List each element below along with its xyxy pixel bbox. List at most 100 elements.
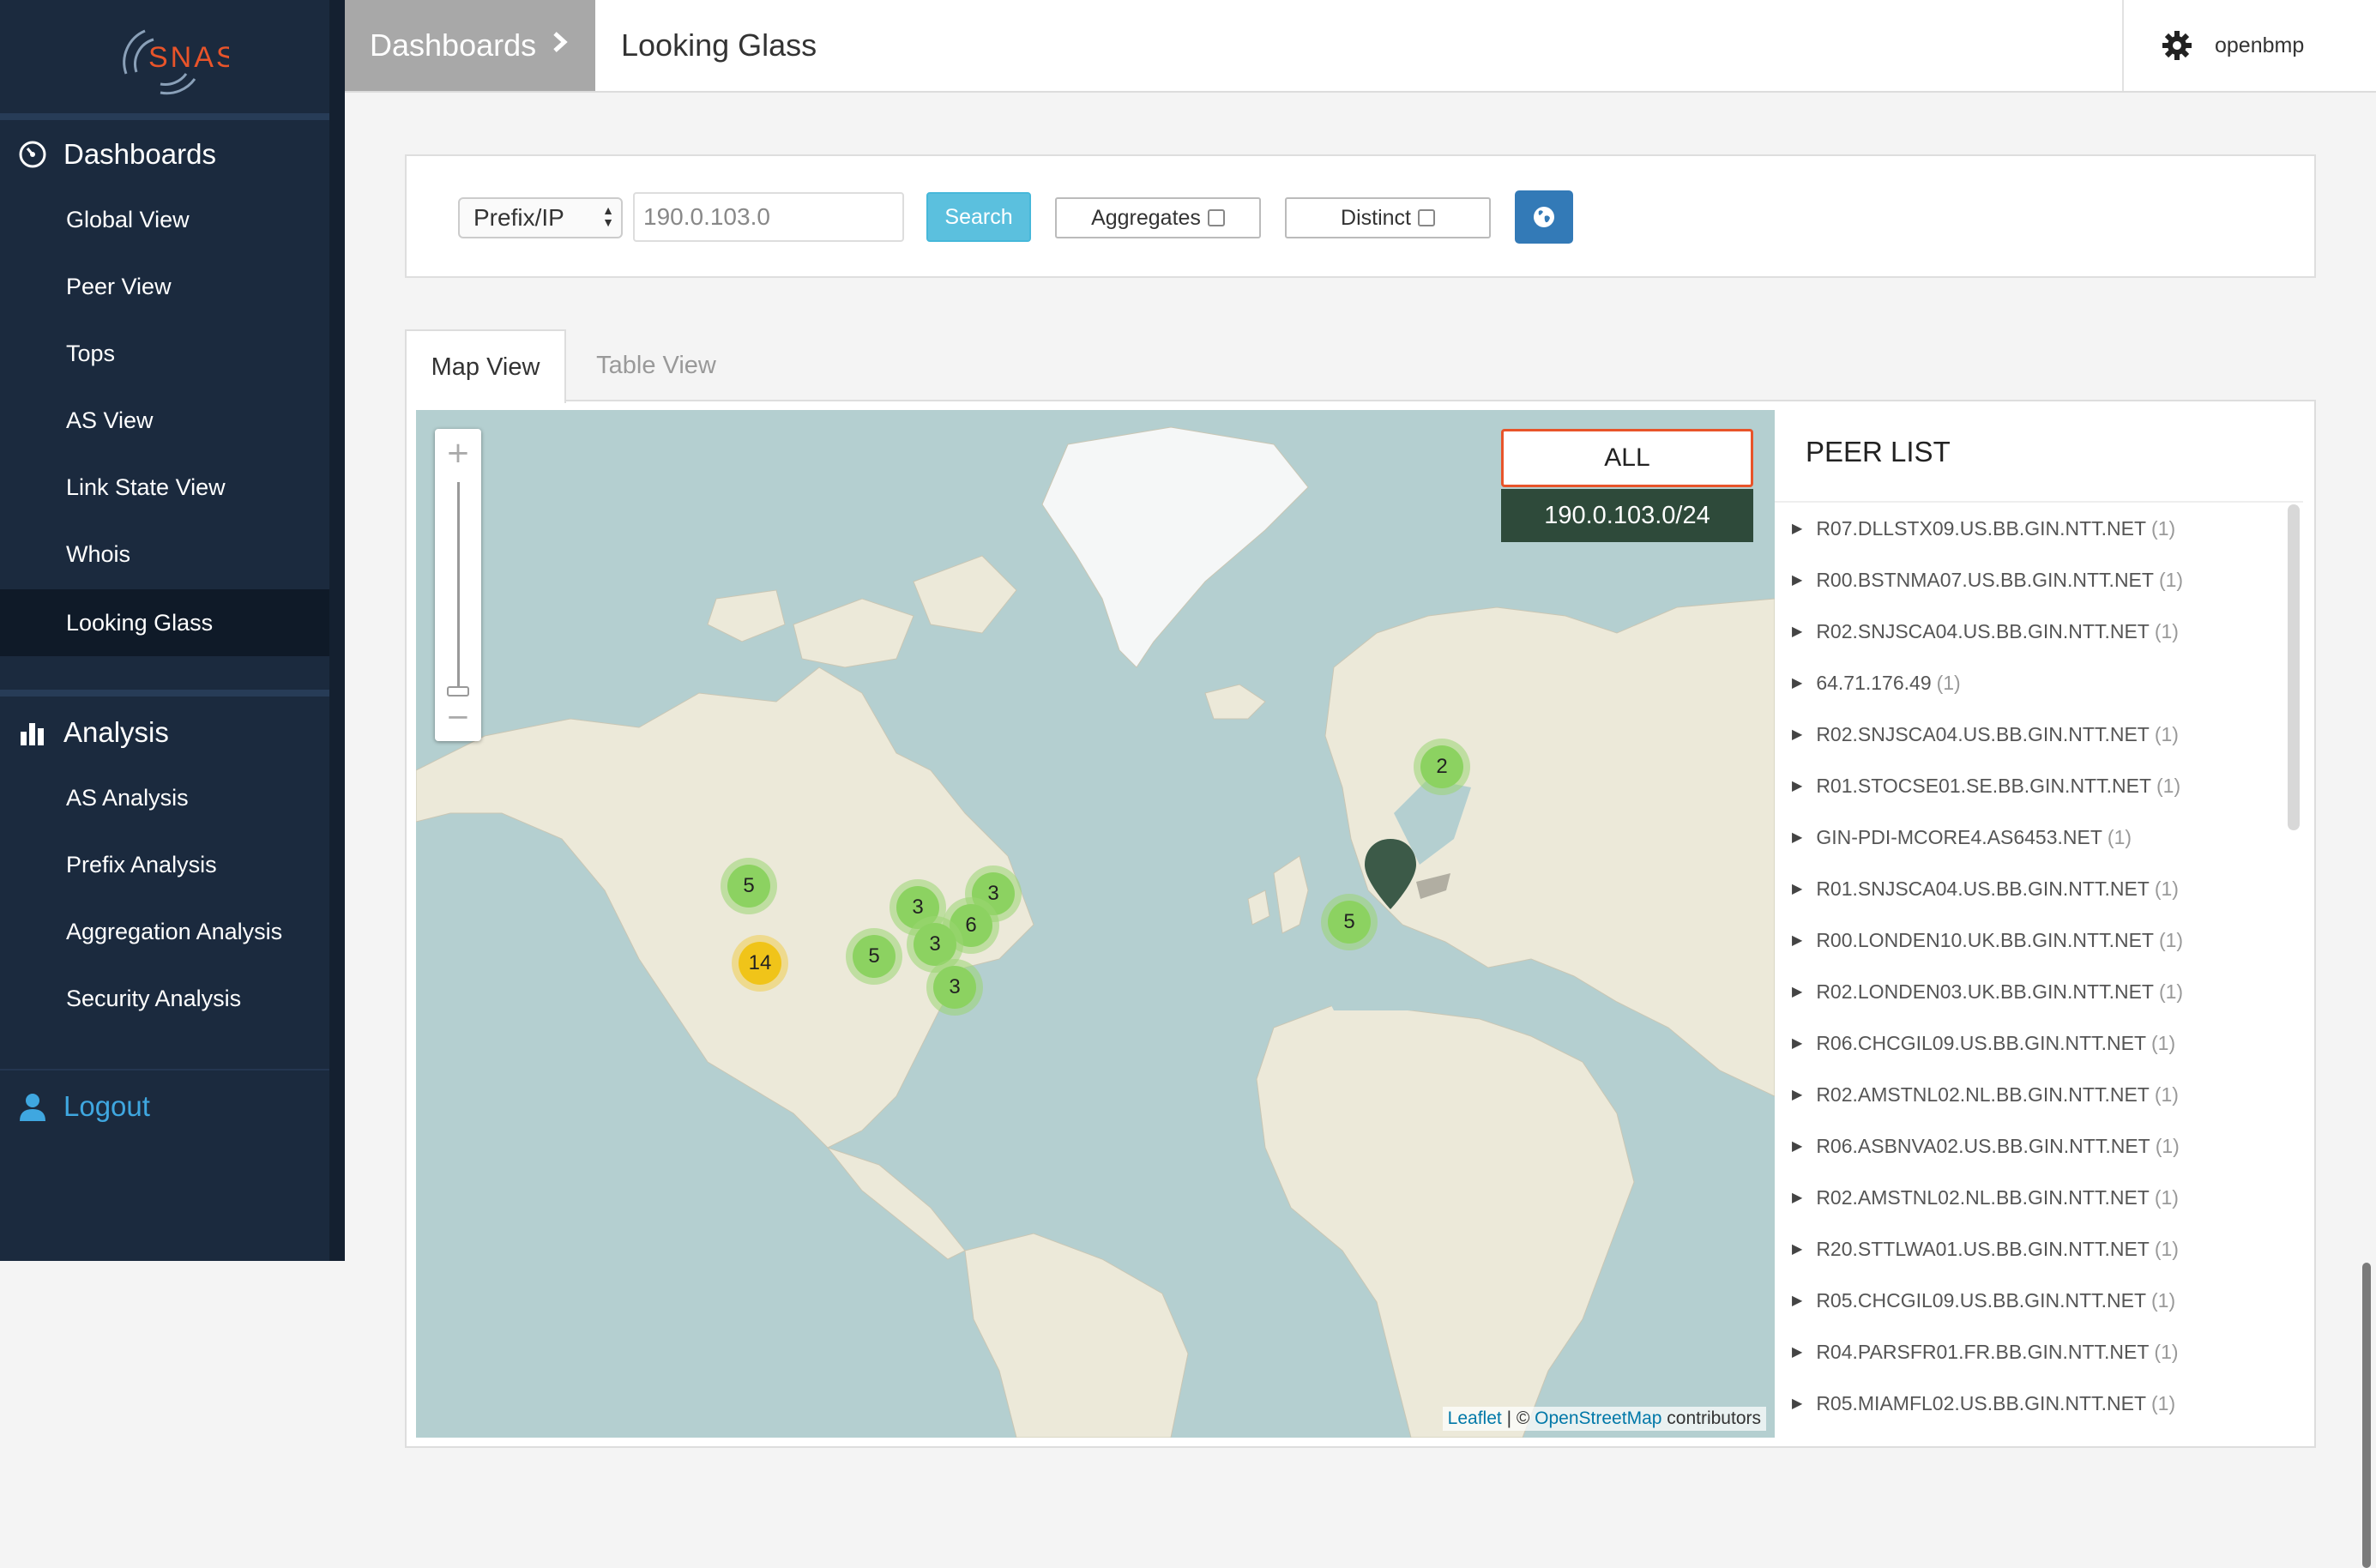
expand-triangle-icon[interactable]: ▶ [1792,932,1802,949]
peer-list-scrollbar[interactable] [2288,504,2300,830]
peer-count: (1) [2154,1185,2179,1209]
gear-icon[interactable] [2162,30,2192,61]
distinct-checkbox[interactable] [1417,209,1435,226]
world-map[interactable]: + − 2 5 14 3 3 6 3 5 3 5 ALL 190.0.103.0… [416,410,1775,1438]
expand-triangle-icon[interactable]: ▶ [1792,983,1802,1000]
peer-name: 64.71.176.49 [1816,671,1932,694]
sidebar: SNAS Dashboards Global View Peer View To… [0,0,345,1261]
peer-list-item[interactable]: ▶ R01.STOCSE01.SE.BB.GIN.NTT.NET (1) [1792,760,2180,811]
map-cluster[interactable]: 5 [846,928,902,985]
snas-logo[interactable]: SNAS [0,0,329,113]
peer-name: R01.SNJSCA04.US.BB.GIN.NTT.NET [1816,877,2150,900]
expand-triangle-icon[interactable]: ▶ [1792,726,1802,743]
aggregates-checkbox-group[interactable]: Aggregates [1055,197,1261,238]
logo-arcs-icon: SNAS [123,29,229,95]
aggregates-checkbox[interactable] [1207,209,1225,226]
peer-list-item[interactable]: ▶ GIN-PDI-MCORE4.AS6453.NET (1) [1792,811,2132,863]
sidebar-section-analysis[interactable]: Analysis [0,698,329,767]
expand-triangle-icon[interactable]: ▶ [1792,520,1802,537]
peer-count: (1) [2158,980,2184,1003]
peer-list-item[interactable]: ▶ R04.PARSFR01.FR.BB.GIN.NTT.NET (1) [1792,1326,2179,1378]
sidebar-item-security-analysis[interactable]: Security Analysis [0,965,329,1032]
sidebar-item-looking-glass[interactable]: Looking Glass [0,589,329,656]
leaflet-link[interactable]: Leaflet [1448,1408,1502,1428]
peer-list-item[interactable]: ▶ R20.STTLWA01.US.BB.GIN.NTT.NET (1) [1792,1223,2179,1275]
expand-triangle-icon[interactable]: ▶ [1792,1292,1802,1309]
expand-triangle-icon[interactable]: ▶ [1792,1240,1802,1257]
logout-link[interactable]: Logout [0,1072,329,1141]
expand-triangle-icon[interactable]: ▶ [1792,571,1802,588]
peer-list-item[interactable]: ▶ R00.BSTNMA07.US.BB.GIN.NTT.NET (1) [1792,554,2183,606]
peer-name: R06.ASBNVA02.US.BB.GIN.NTT.NET [1816,1134,2150,1157]
peer-list-item[interactable]: ▶ R00.LONDEN10.UK.BB.GIN.NTT.NET (1) [1792,914,2183,966]
prefix-ip-input[interactable] [633,192,904,242]
peer-list-title: PEER LIST [1806,436,1951,467]
expand-triangle-icon[interactable]: ▶ [1792,1189,1802,1206]
peer-list-item[interactable]: ▶ R07.DLLSTX09.US.BB.GIN.NTT.NET (1) [1792,503,2175,554]
peer-list-item[interactable]: ▶ R02.AMSTNL02.NL.BB.GIN.NTT.NET (1) [1792,1069,2179,1120]
peer-count: (1) [2158,928,2184,951]
sidebar-item-as-analysis[interactable]: AS Analysis [0,764,329,831]
globe-button[interactable] [1515,190,1573,244]
aggregates-label: Aggregates [1091,205,1201,230]
peer-list-item[interactable]: ▶ R02.AMSTNL02.NL.BB.GIN.NTT.NET (1) [1792,1172,2179,1223]
bar-chart-icon [17,717,48,748]
sidebar-section-label: Analysis [63,716,169,748]
openstreetmap-link[interactable]: OpenStreetMap [1535,1408,1661,1428]
page-scrollbar[interactable] [2362,1263,2371,1568]
sidebar-item-as-view[interactable]: AS View [0,387,329,454]
zoom-slider-track[interactable] [457,482,460,691]
map-cluster[interactable]: 2 [1414,739,1470,795]
expand-triangle-icon[interactable]: ▶ [1792,1086,1802,1103]
sidebar-item-aggregation-analysis[interactable]: Aggregation Analysis [0,898,329,965]
distinct-checkbox-group[interactable]: Distinct [1285,197,1491,238]
peer-list-item[interactable]: ▶ R02.LONDEN03.UK.BB.GIN.NTT.NET (1) [1792,966,2183,1017]
peer-name: R06.CHCGIL09.US.BB.GIN.NTT.NET [1816,1031,2147,1054]
search-button[interactable]: Search [926,192,1031,242]
map-cluster[interactable]: 14 [732,935,788,992]
sidebar-item-global-view[interactable]: Global View [0,186,329,253]
tab-map-view[interactable]: Map View [405,329,566,403]
sidebar-item-link-state-view[interactable]: Link State View [0,454,329,521]
expand-triangle-icon[interactable]: ▶ [1792,829,1802,846]
peer-list-item[interactable]: ▶ R02.SNJSCA04.US.BB.GIN.NTT.NET (1) [1792,709,2179,760]
logout-label: Logout [63,1090,150,1122]
sidebar-item-whois[interactable]: Whois [0,521,329,588]
tab-table-view[interactable]: Table View [583,329,729,401]
map-cluster[interactable]: 5 [721,858,777,914]
peer-list-item[interactable]: ▶ R05.MIAMFL02.US.BB.GIN.NTT.NET (1) [1792,1378,2175,1429]
peer-name: R05.MIAMFL02.US.BB.GIN.NTT.NET [1816,1391,2147,1414]
expand-triangle-icon[interactable]: ▶ [1792,1343,1802,1360]
map-cluster[interactable]: 3 [926,959,983,1016]
map-marker-icon[interactable] [1365,839,1459,925]
peer-list-item[interactable]: ▶ R06.CHCGIL09.US.BB.GIN.NTT.NET (1) [1792,1017,2175,1069]
zoom-out-button[interactable]: − [435,697,481,738]
search-type-select[interactable]: Prefix/IP ▲ ▼ [458,197,623,238]
sidebar-item-tops[interactable]: Tops [0,320,329,387]
expand-triangle-icon[interactable]: ▶ [1792,1034,1802,1052]
attribution-sep: | © [1501,1408,1535,1428]
peer-list-item[interactable]: ▶ R02.SNJSCA04.US.BB.GIN.NTT.NET (1) [1792,606,2179,657]
expand-triangle-icon[interactable]: ▶ [1792,1395,1802,1412]
peer-name: R00.BSTNMA07.US.BB.GIN.NTT.NET [1816,568,2154,591]
expand-triangle-icon[interactable]: ▶ [1792,880,1802,897]
peer-list-item[interactable]: ▶ 64.71.176.49 (1) [1792,657,1961,709]
sidebar-item-prefix-analysis[interactable]: Prefix Analysis [0,831,329,898]
expand-triangle-icon[interactable]: ▶ [1792,1137,1802,1155]
expand-triangle-icon[interactable]: ▶ [1792,623,1802,640]
sidebar-section-dashboards[interactable]: Dashboards [0,120,329,189]
peer-count: (1) [2154,1083,2179,1106]
breadcrumb[interactable]: Dashboards [345,0,595,91]
zoom-in-button[interactable]: + [435,432,481,473]
filter-all-button[interactable]: ALL [1501,429,1753,487]
zoom-slider-handle[interactable] [447,686,469,697]
sidebar-item-peer-view[interactable]: Peer View [0,253,329,320]
peer-list-item[interactable]: ▶ R06.ASBNVA02.US.BB.GIN.NTT.NET (1) [1792,1120,2180,1172]
peer-list-item[interactable]: ▶ R05.CHCGIL09.US.BB.GIN.NTT.NET (1) [1792,1275,2175,1326]
expand-triangle-icon[interactable]: ▶ [1792,674,1802,691]
peer-count: (1) [2156,774,2181,797]
peer-list-item[interactable]: ▶ R01.SNJSCA04.US.BB.GIN.NTT.NET (1) [1792,863,2179,914]
expand-triangle-icon[interactable]: ▶ [1792,777,1802,794]
sidebar-scrollbar[interactable] [329,0,345,1261]
user-menu[interactable]: openbmp [2122,0,2376,91]
